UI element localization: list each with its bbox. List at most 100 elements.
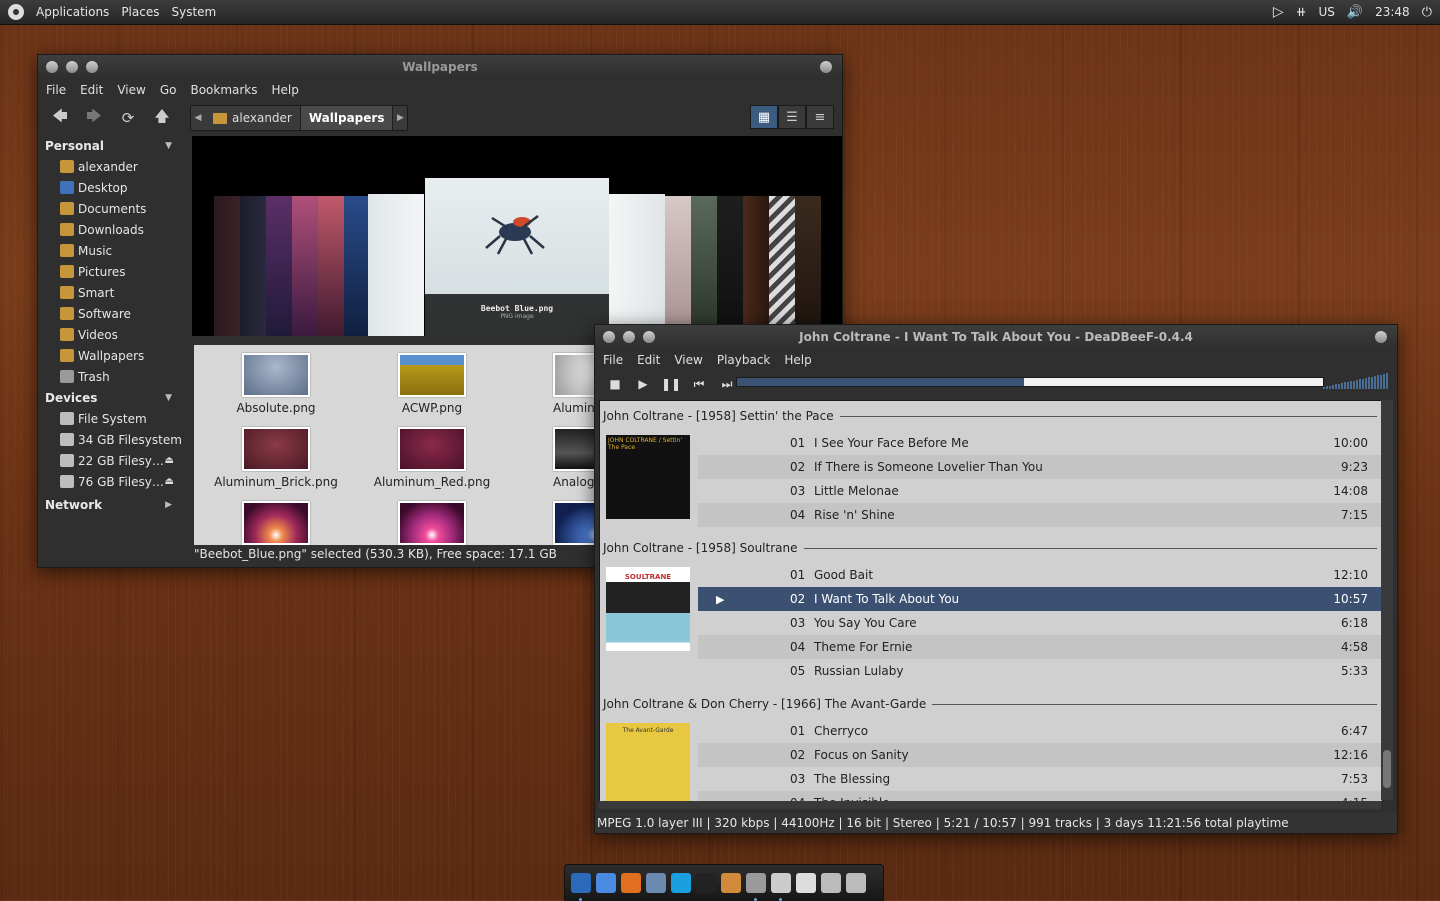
sidebar-item-videos[interactable]: Videos xyxy=(38,324,190,345)
sidebar-item-filesystem[interactable]: File System xyxy=(38,408,190,429)
power-icon[interactable]: ⏻ xyxy=(1422,5,1432,20)
volume-icon[interactable]: 🔊 xyxy=(1347,5,1363,20)
pause-button[interactable]: ❚❚ xyxy=(657,377,685,391)
track-row[interactable]: 04 Theme For Ernie 4:58 xyxy=(698,635,1382,659)
forward-button[interactable]: 🡆 xyxy=(80,106,108,130)
coverflow-card[interactable] xyxy=(717,196,743,336)
deadbeef-icon[interactable] xyxy=(746,873,766,901)
coverflow-card[interactable] xyxy=(344,196,368,336)
menu-bookmarks[interactable]: Bookmarks xyxy=(190,83,257,97)
coverflow-card[interactable] xyxy=(609,194,665,336)
volume-slider[interactable] xyxy=(1323,373,1391,389)
coverflow-selected[interactable]: Beebot Blue.png PNG image xyxy=(425,178,609,336)
playlist-vertical-scrollbar[interactable] xyxy=(1381,400,1393,800)
files-icon[interactable] xyxy=(771,873,791,901)
clock[interactable]: 23:48 xyxy=(1375,5,1410,19)
collapse-triangle-icon[interactable]: ▼ xyxy=(165,393,172,403)
menu-system[interactable]: System xyxy=(171,5,216,19)
anchor-icon[interactable] xyxy=(571,873,591,901)
menu-help[interactable]: Help xyxy=(272,83,299,97)
sidebar-item-software[interactable]: Software xyxy=(38,303,190,324)
window-menu-button[interactable] xyxy=(1375,331,1387,343)
breadcrumb-left-arrow[interactable]: ◀ xyxy=(191,106,205,130)
playlist-group-header[interactable]: John Coltrane - [1958] Soultrane xyxy=(600,537,1382,559)
play-button[interactable]: ▶ xyxy=(629,377,657,391)
window-icon[interactable] xyxy=(821,873,841,893)
breadcrumb-right-arrow[interactable]: ▶ xyxy=(393,106,407,130)
menu-playback[interactable]: Playback xyxy=(717,353,771,367)
audio-icon[interactable] xyxy=(721,873,741,893)
sidebar-item-desktop[interactable]: Desktop xyxy=(38,177,190,198)
menu-go[interactable]: Go xyxy=(160,83,177,97)
sidebar-item-trash[interactable]: Trash xyxy=(38,366,190,387)
sidebar-heading-devices[interactable]: Devices ▼ xyxy=(38,387,190,408)
fm-titlebar[interactable]: Wallpapers xyxy=(38,55,842,79)
file-item-aluminum-brick[interactable]: Aluminum_Brick.png xyxy=(201,427,351,489)
breadcrumb-wallpapers[interactable]: Wallpapers xyxy=(300,106,394,130)
eject-icon[interactable]: ⏏ xyxy=(165,455,174,466)
ubuntu-logo-icon[interactable] xyxy=(8,4,24,20)
playlist-horizontal-scrollbar[interactable] xyxy=(599,801,1381,809)
sidebar-item-22gb[interactable]: 22 GB Filesy… ⏏ xyxy=(38,450,190,471)
track-row[interactable]: 03 You Say You Care 6:18 xyxy=(698,611,1382,635)
file-item-aluminum[interactable]: Aluminu xyxy=(513,353,594,415)
coverflow-card[interactable] xyxy=(743,196,769,336)
seek-bar[interactable] xyxy=(736,377,1324,387)
sidebar-item-pictures[interactable]: Pictures xyxy=(38,261,190,282)
terminal-icon[interactable] xyxy=(696,873,716,893)
window-menu-button[interactable] xyxy=(820,61,832,73)
expand-triangle-icon[interactable]: ▶ xyxy=(165,500,172,510)
file-item-thumb-7[interactable] xyxy=(201,501,351,545)
coverflow-card[interactable] xyxy=(691,196,717,336)
sidebar-heading-network[interactable]: Network ▶ xyxy=(38,494,190,515)
firefox-icon[interactable] xyxy=(621,873,641,893)
coverflow-card[interactable] xyxy=(292,196,318,336)
sidebar-item-alexander[interactable]: alexander xyxy=(38,156,190,177)
sidebar-item-smart[interactable]: Smart xyxy=(38,282,190,303)
sidebar-item-wallpapers[interactable]: Wallpapers xyxy=(38,345,190,366)
coverflow-card[interactable] xyxy=(318,196,344,336)
scrollbar-thumb[interactable] xyxy=(1383,750,1391,788)
reload-button[interactable]: ⟳ xyxy=(114,106,142,130)
breadcrumb-home[interactable]: alexander xyxy=(205,106,301,130)
file-item-absolute[interactable]: Absolute.png xyxy=(201,353,351,415)
eject-icon[interactable]: ⏏ xyxy=(165,476,174,487)
db-titlebar[interactable]: John Coltrane - I Want To Talk About You… xyxy=(595,325,1397,349)
collapse-triangle-icon[interactable]: ▼ xyxy=(165,141,172,151)
track-row[interactable]: 05 Russian Lulaby 5:33 xyxy=(698,659,1382,683)
menu-view[interactable]: View xyxy=(674,353,702,367)
coverflow-card[interactable] xyxy=(795,196,821,336)
file-item-thumb-9[interactable] xyxy=(513,501,594,545)
coverflow-view[interactable]: Beebot Blue.png PNG image xyxy=(192,136,842,336)
back-button[interactable]: 🡄 xyxy=(46,106,74,130)
printer-icon[interactable] xyxy=(796,873,816,893)
coverflow-card[interactable] xyxy=(769,196,795,336)
coverflow-card[interactable] xyxy=(665,196,691,336)
coverflow-card[interactable] xyxy=(368,194,424,336)
menu-places[interactable]: Places xyxy=(121,5,159,19)
maximize-button[interactable] xyxy=(86,61,98,73)
sidebar-item-downloads[interactable]: Downloads xyxy=(38,219,190,240)
track-row[interactable]: 04 Rise 'n' Shine 7:15 xyxy=(698,503,1382,527)
previous-button[interactable]: ⏮ xyxy=(685,377,713,392)
track-row[interactable]: 01 I See Your Face Before Me 10:00 xyxy=(698,431,1382,455)
list-view-button[interactable]: ☰ xyxy=(778,105,806,129)
maximize-button[interactable] xyxy=(643,331,655,343)
network-icon[interactable]: ⧺ xyxy=(1296,5,1307,20)
close-button[interactable] xyxy=(46,61,58,73)
pidgin-icon[interactable] xyxy=(646,873,666,893)
track-row[interactable]: 03 Little Melonae 14:08 xyxy=(698,479,1382,503)
coverflow-card[interactable] xyxy=(214,196,240,336)
sidebar-item-34gb[interactable]: 34 GB Filesystem xyxy=(38,429,190,450)
play-indicator-icon[interactable]: ▷ xyxy=(1273,4,1284,20)
track-row[interactable]: 03 The Blessing 7:53 xyxy=(698,767,1382,791)
menu-applications[interactable]: Applications xyxy=(36,5,109,19)
skype-icon[interactable] xyxy=(671,873,691,893)
playlist-group-header[interactable]: John Coltrane - [1958] Settin' the Pace xyxy=(600,405,1382,427)
menu-file[interactable]: File xyxy=(603,353,623,367)
playlist-group-header[interactable]: John Coltrane & Don Cherry - [1966] The … xyxy=(600,693,1382,715)
menu-edit[interactable]: Edit xyxy=(80,83,103,97)
keyboard-layout[interactable]: US xyxy=(1319,5,1335,19)
menu-edit[interactable]: Edit xyxy=(637,353,660,367)
window-icon-2[interactable] xyxy=(846,873,866,893)
